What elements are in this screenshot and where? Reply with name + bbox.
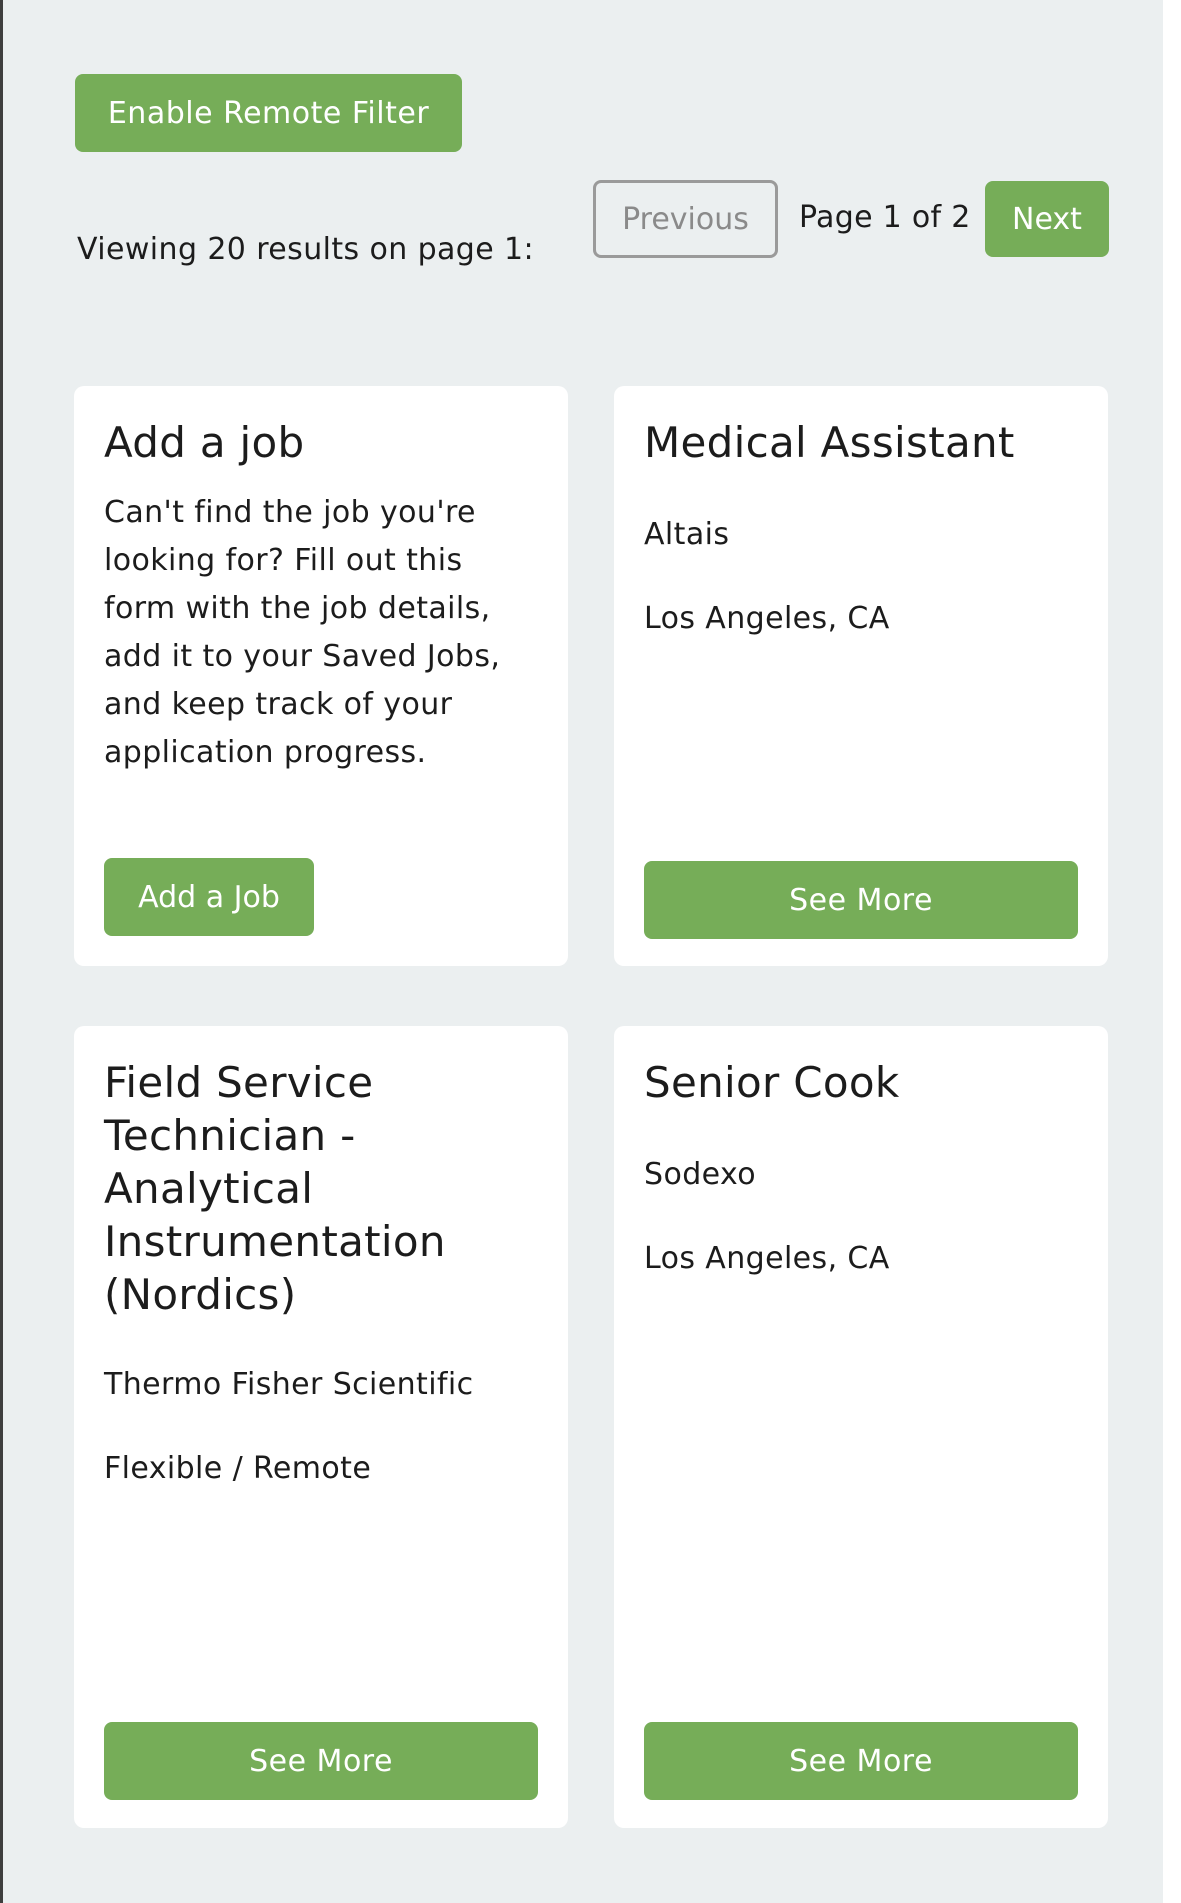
enable-remote-filter-button[interactable]: Enable Remote Filter <box>75 74 462 152</box>
see-more-button[interactable]: See More <box>644 1722 1078 1800</box>
add-job-card-description: Can't find the job you're looking for? F… <box>104 495 501 770</box>
see-more-button[interactable]: See More <box>104 1722 538 1800</box>
job-title: Field Service Technician - Analytical In… <box>104 1058 446 1319</box>
job-title: Medical Assistant <box>644 418 1015 467</box>
job-card: Field Service Technician - Analytical In… <box>74 1026 568 1828</box>
job-results-page: Enable Remote Filter Viewing 20 results … <box>0 0 1163 1903</box>
job-company: Sodexo <box>644 1157 756 1192</box>
page-indicator: Page 1 of 2 <box>799 200 971 235</box>
next-page-button[interactable]: Next <box>985 181 1109 257</box>
job-card: Medical Assistant Altais Los Angeles, CA… <box>614 386 1108 966</box>
job-location: Flexible / Remote <box>104 1451 372 1486</box>
job-card: Senior Cook Sodexo Los Angeles, CA See M… <box>614 1026 1108 1828</box>
add-a-job-button[interactable]: Add a Job <box>104 858 314 936</box>
see-more-button[interactable]: See More <box>644 861 1078 939</box>
previous-page-button[interactable]: Previous <box>593 180 778 258</box>
job-company: Thermo Fisher Scientific <box>104 1367 474 1402</box>
add-job-card-title: Add a job <box>104 418 305 467</box>
job-location: Los Angeles, CA <box>644 601 890 636</box>
add-job-card: Add a job Can't find the job you're look… <box>74 386 568 966</box>
results-count-text: Viewing 20 results on page 1: <box>77 232 535 267</box>
job-location: Los Angeles, CA <box>644 1241 890 1276</box>
job-title: Senior Cook <box>644 1058 900 1107</box>
job-company: Altais <box>644 517 730 552</box>
